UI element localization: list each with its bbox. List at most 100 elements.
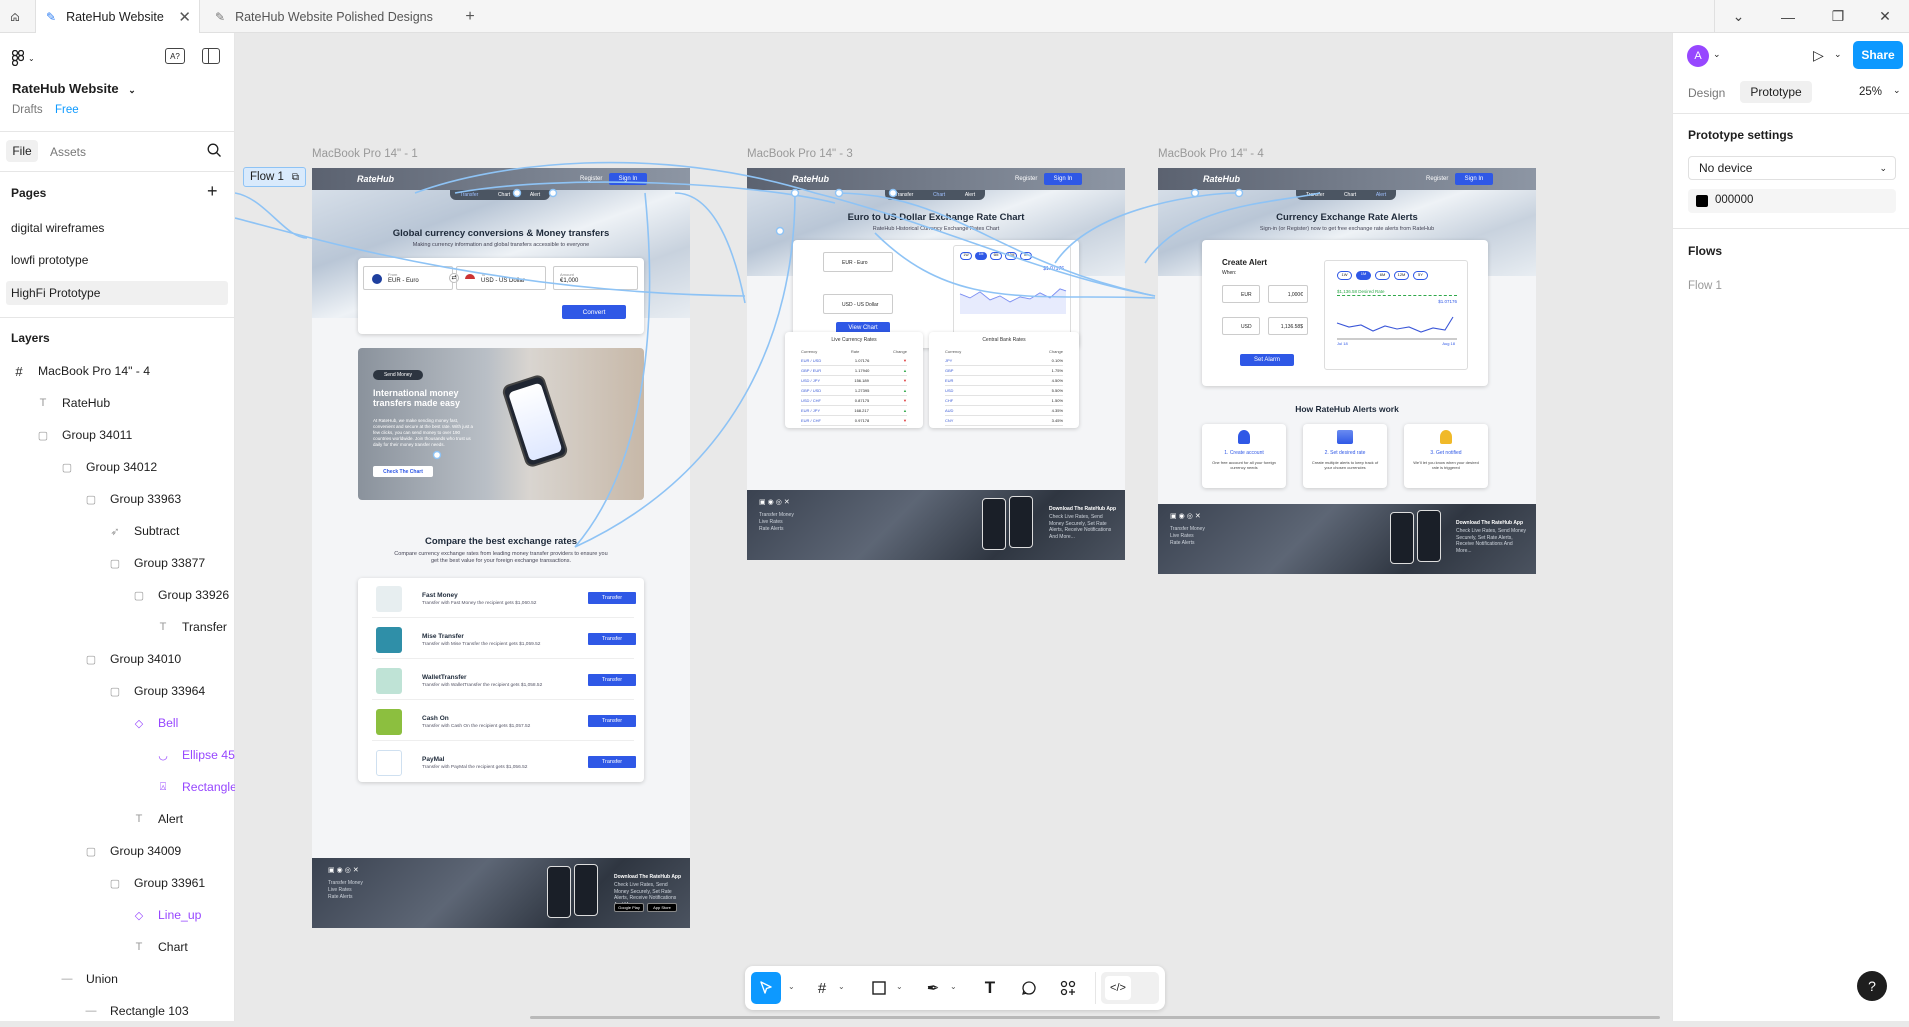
page-item-digital-wireframes[interactable]: digital wireframes [11, 221, 104, 235]
dev-mode-toggle[interactable]: </> [1101, 972, 1159, 1004]
rect-layer-icon: — [85, 1005, 97, 1017]
layer-row[interactable]: T RateHub [36, 387, 110, 419]
add-page-plus-icon[interactable]: + [207, 181, 218, 202]
restore-icon[interactable]: ❐ [1814, 0, 1862, 33]
frame-tool-icon[interactable]: # [810, 976, 834, 1000]
divider [0, 171, 235, 172]
bell-layer-icon: ⍓ [159, 780, 167, 793]
layer-row[interactable]: ◡ Ellipse 45 [156, 739, 235, 771]
bottom-toolbar: ⌄ # ⌄ ⌄ ✒ ⌄ T </> [745, 966, 1165, 1010]
tab-file[interactable]: File [6, 140, 38, 162]
divider [1095, 972, 1096, 1004]
layer-row[interactable]: ▢ Group 34011 [36, 419, 132, 451]
layer-label: Rectangle 103 [110, 1004, 189, 1018]
color-swatch[interactable] [1696, 195, 1708, 207]
layer-row[interactable]: ▢ Group 33964 [108, 675, 205, 707]
layer-label: Alert [158, 812, 184, 826]
layer-row[interactable]: T Transfer [156, 611, 227, 643]
group-layer-icon: ▢ [133, 589, 145, 602]
file-location[interactable]: Drafts [12, 104, 43, 116]
sidebar-toggle-icon[interactable] [202, 48, 220, 64]
group-layer-icon: ▢ [109, 685, 121, 698]
design-canvas[interactable]: Flow 1 ⧉ MacBook Pro 14" - 1 MacBook Pro… [235, 33, 1672, 1021]
left-panel: ⌄ A? RateHub Website ⌄ Drafts Free File … [0, 33, 237, 1021]
background-color-field[interactable]: 000000 [1688, 189, 1896, 213]
layer-label: Group 33964 [134, 684, 206, 698]
flow-item[interactable]: Flow 1 [1688, 280, 1722, 292]
device-select[interactable]: No device ⌄ [1688, 156, 1896, 180]
chevron-down-icon[interactable]: ⌄ [1834, 49, 1842, 60]
file-name[interactable]: RateHub Website ⌄ [12, 81, 136, 96]
page-item-highfi-prototype[interactable]: HighFi Prototype [11, 286, 100, 300]
layer-row[interactable]: ▢ Group 33963 [84, 483, 181, 515]
layer-row[interactable]: ▢ Group 34012 [60, 451, 157, 483]
layer-row[interactable]: ➶ Subtract [108, 515, 179, 547]
tab-design[interactable]: Design [1688, 86, 1725, 100]
minimize-icon[interactable]: — [1764, 0, 1812, 33]
tab-ratehub-polished[interactable]: ✎ RateHub Website Polished Designs [205, 0, 445, 33]
zoom-level[interactable]: 25% [1859, 86, 1882, 98]
plan-badge[interactable]: Free [55, 104, 79, 116]
chevron-down-icon[interactable]: ⌄ [950, 982, 957, 991]
group-layer-icon: ▢ [85, 493, 97, 506]
search-icon[interactable] [207, 143, 222, 163]
layer-row[interactable]: — Union [60, 963, 118, 995]
divider [1673, 113, 1909, 114]
chevron-down-icon[interactable]: ⌄ [788, 982, 795, 991]
text-layer-icon: T [159, 621, 167, 633]
layer-row[interactable]: ▢ Group 33926 [132, 579, 229, 611]
new-tab-plus-icon[interactable]: + [455, 0, 485, 33]
ai-icon[interactable]: A? [165, 48, 185, 64]
right-panel: A ⌄ ▷ ⌄ Share Design Prototype 25% ⌄ Pro… [1672, 33, 1909, 1021]
layer-row[interactable]: ◇ Bell [132, 707, 179, 739]
union-layer-icon: — [61, 973, 73, 985]
tab-prototype[interactable]: Prototype [1740, 81, 1812, 103]
layer-row[interactable]: ▢ Group 33961 [108, 867, 205, 899]
layer-row[interactable]: ▢ Group 34010 [84, 643, 181, 675]
chevron-down-icon[interactable]: ⌄ [838, 982, 845, 991]
prototype-connections [235, 161, 1321, 548]
canvas-scrollbar[interactable] [530, 1016, 1660, 1019]
layer-row[interactable]: T Alert [132, 803, 183, 835]
chevron-down-icon[interactable]: ⌄ [1893, 85, 1901, 96]
tab-ratehub-website[interactable]: ✎ RateHub Website ✕ [35, 0, 200, 33]
layer-label: Group 33963 [110, 492, 182, 506]
layer-label: Union [86, 972, 118, 986]
actions-tool-icon[interactable] [1056, 976, 1080, 1000]
flows-heading: Flows [1688, 244, 1723, 258]
pen-tool-icon[interactable]: ✒ [921, 976, 945, 1000]
figma-menu-icon[interactable]: ⌄ [12, 48, 40, 68]
layer-row[interactable]: ▢ Group 34009 [84, 835, 181, 867]
move-cursor-icon[interactable] [754, 976, 778, 1000]
present-play-icon[interactable]: ▷ [1813, 47, 1824, 64]
layer-row[interactable]: ⍓ Rectangle [156, 771, 237, 803]
figma-file-icon: ✎ [46, 9, 57, 24]
page-item-lowfi-prototype[interactable]: lowfi prototype [11, 253, 88, 267]
home-icon[interactable] [0, 0, 30, 33]
group-layer-icon: ▢ [61, 461, 73, 474]
rectangle-tool-icon[interactable] [867, 976, 891, 1000]
share-button[interactable]: Share [1853, 41, 1903, 69]
close-tab-icon[interactable]: ✕ [178, 8, 191, 26]
chevron-down-icon[interactable]: ⌄ [1713, 49, 1721, 60]
layer-row[interactable]: — Rectangle 103 [84, 995, 189, 1027]
comment-tool-icon[interactable] [1017, 976, 1041, 1000]
layer-row[interactable]: ◇ Line_up [132, 899, 202, 931]
avatar[interactable]: A [1687, 45, 1709, 67]
layer-row[interactable]: ▢ Group 33877 [108, 547, 205, 579]
component-layer-icon: ◇ [134, 717, 144, 730]
code-icon: </> [1105, 976, 1131, 1000]
layer-row[interactable]: # MacBook Pro 14" - 4 [12, 355, 150, 387]
text-tool-icon[interactable]: T [978, 976, 1002, 1000]
chevron-down-icon[interactable]: ⌄ [1714, 0, 1762, 33]
divider [1673, 228, 1909, 229]
tab-assets[interactable]: Assets [50, 145, 86, 159]
window-close-icon[interactable]: ✕ [1861, 0, 1909, 33]
color-hex[interactable]: 000000 [1715, 194, 1753, 206]
layer-label: Transfer [182, 620, 227, 634]
help-button[interactable]: ? [1857, 971, 1887, 1001]
layer-row[interactable]: T Chart [132, 931, 188, 963]
divider [0, 317, 235, 318]
group-layer-icon: ▢ [109, 877, 121, 890]
chevron-down-icon[interactable]: ⌄ [896, 982, 903, 991]
